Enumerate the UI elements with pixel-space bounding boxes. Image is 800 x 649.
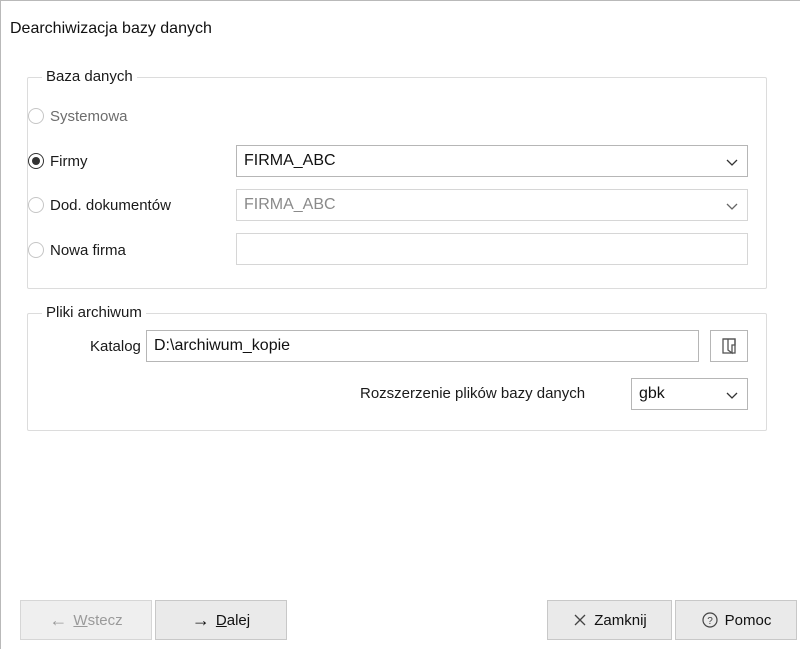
company-select[interactable]: FIRMA_ABC: [236, 145, 748, 177]
browse-folder-button[interactable]: [710, 330, 748, 362]
radio-firmy-label: Firmy: [50, 152, 88, 170]
dialog-title: Dearchiwizacja bazy danych: [10, 20, 212, 37]
radio-nowa-firma-circle[interactable]: [28, 242, 44, 258]
extension-label: Rozszerzenie plików bazy danych: [360, 385, 586, 402]
radio-firmy[interactable]: Firmy: [28, 150, 88, 172]
radio-systemowa-label: Systemowa: [50, 107, 128, 125]
back-button[interactable]: ← Wstecz: [20, 600, 152, 640]
help-icon: ?: [702, 612, 718, 628]
folder-icon: [722, 338, 736, 355]
radio-dod-dokumentow-label: Dod. dokumentów: [50, 196, 171, 214]
radio-systemowa-circle[interactable]: [28, 108, 44, 124]
chevron-down-icon: [726, 392, 738, 399]
directory-label: Katalog: [90, 338, 141, 355]
radio-dod-dokumentow-circle[interactable]: [28, 197, 44, 213]
arrow-left-icon: ←: [49, 610, 68, 630]
directory-input[interactable]: D:\archiwum_kopie: [146, 330, 699, 362]
chevron-down-icon: [726, 159, 738, 166]
close-icon: [574, 614, 586, 626]
new-company-input[interactable]: [236, 233, 748, 265]
documents-db-select[interactable]: FIRMA_ABC: [236, 189, 748, 221]
database-group-legend: Baza danych: [42, 68, 137, 86]
chevron-down-icon: [726, 203, 738, 210]
radio-dod-dokumentow[interactable]: Dod. dokumentów: [28, 194, 171, 216]
help-button[interactable]: ? Pomoc: [675, 600, 797, 640]
help-button-label: Pomoc: [724, 611, 772, 629]
radio-nowa-firma-label: Nowa firma: [50, 241, 126, 259]
close-button-label: Zamknij: [594, 611, 647, 629]
arrow-right-icon: →: [191, 610, 210, 630]
next-button[interactable]: → Dalej: [155, 600, 287, 640]
radio-systemowa[interactable]: Systemowa: [28, 105, 128, 127]
close-button[interactable]: Zamknij: [547, 600, 672, 640]
radio-nowa-firma[interactable]: Nowa firma: [28, 239, 126, 261]
directory-input-value: D:\archiwum_kopie: [154, 337, 291, 354]
back-button-label: Wstecz: [73, 611, 123, 629]
radio-firmy-circle[interactable]: [28, 153, 44, 169]
archive-group-legend: Pliki archiwum: [42, 304, 146, 322]
company-select-value: FIRMA_ABC: [244, 152, 336, 169]
extension-select[interactable]: gbk: [631, 378, 748, 410]
svg-text:?: ?: [707, 616, 713, 627]
next-button-label: Dalej: [215, 611, 251, 629]
extension-select-value: gbk: [639, 385, 665, 402]
documents-db-select-value: FIRMA_ABC: [244, 196, 336, 213]
